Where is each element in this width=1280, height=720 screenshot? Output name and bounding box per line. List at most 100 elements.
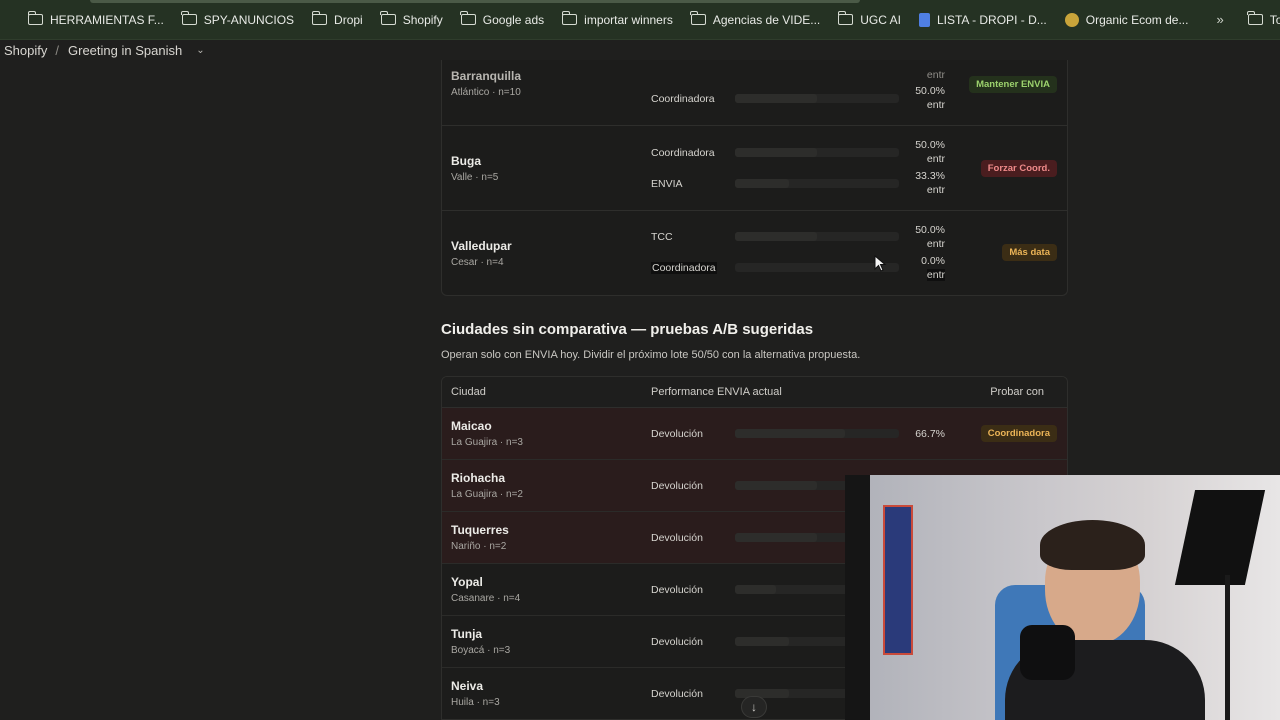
folder-icon [27,11,43,25]
folder-icon [311,11,328,25]
city-cell: Tuquerres Nariño · n=2 [451,523,509,552]
city-name: Neiva [451,679,484,693]
city-name: Yopal [451,575,483,589]
metric-bar [735,429,899,438]
bookmark-label: importar winners [584,12,673,27]
city-name: Maicao [451,419,492,433]
doc-icon [918,12,930,27]
metric-bar [735,232,899,241]
section-description: Operan solo con ENVIA hoy. Dividir el pr… [441,349,861,361]
city-subtitle: Boyacá · n=3 [451,645,511,656]
bookmark-dropi[interactable]: Dropi [311,11,363,27]
metric-unit: entr [926,153,945,165]
city-subtitle: Valle · n=5 [451,172,499,183]
section-title: Ciudades sin comparativa — pruebas A/B s… [441,321,814,338]
bookmark-label: Shopify [402,12,443,27]
bookmark-organic-ecom[interactable]: Organic Ecom de... [1064,12,1189,27]
bookmark-spy-anuncios[interactable]: SPY-ANUNCIOS [181,11,295,27]
bookmark-label: Todos los marc [1269,12,1280,27]
metric-label: Devolución [651,480,703,492]
chevron-down-icon[interactable]: ⌄ [196,45,204,56]
more-bookmarks-chevron-icon[interactable]: » [1216,12,1223,27]
column-header-city: Ciudad [451,386,486,398]
recommendation-badge: Forzar Coord. [980,160,1057,177]
city-subtitle: La Guajira · n=2 [451,489,523,500]
metric-value: 50.0% entr [915,138,945,166]
metric-pct: 50.0% [915,85,945,97]
bookmark-label: HERRAMIENTAS F... [50,12,164,27]
metric-pct: 33.3% [915,170,945,182]
main-content: Barranquilla Atlántico · n=10 entr Coord… [441,60,1068,296]
metric-label: Devolución [651,532,703,544]
webcam-person-hair [1040,520,1145,570]
city-cell: Riohacha La Guajira · n=2 [451,471,523,500]
metric-unit: entr [926,184,945,196]
webcam-flag [883,505,913,655]
city-cell: Valledupar Cesar · n=4 [451,239,512,268]
recommendation-badge: Mantener ENVIA [969,76,1057,93]
conversation-title[interactable]: Greeting in Spanish [68,43,182,58]
metric-unit: entr [926,99,945,111]
bookmark-google-ads[interactable]: Google ads [460,11,544,27]
webcam-light-stand [1225,575,1230,720]
metric-value: 50.0% entr [915,223,945,251]
table-row: Buga Valle · n=5 Coordinadora 50.0% entr … [442,126,1067,211]
metric-value: 50.0% entr [915,84,945,112]
city-subtitle: La Guajira · n=3 [451,437,523,448]
city-cell: Barranquilla Atlántico · n=10 [451,69,521,98]
bookmarks-bar: HERRAMIENTAS F... SPY-ANUNCIOS Dropi Sho… [0,0,1280,40]
metric-pct: 66.7% [915,428,945,440]
folder-icon [837,11,854,25]
city-cell: Maicao La Guajira · n=3 [451,419,523,448]
bookmark-agencias-video[interactable]: Agencias de VIDE... [690,11,821,27]
bookmark-label: SPY-ANUNCIOS [203,12,295,27]
carrier-label: Coordinadora [651,93,715,105]
bookmark-ugc-ai[interactable]: UGC AI [837,11,901,27]
bookmark-lista-dropi[interactable]: LISTA - DROPI - D... [918,12,1047,27]
metric-bar [735,179,899,188]
metric-value: 33.3% entr [915,169,945,197]
city-subtitle: Casanare · n=4 [451,593,521,604]
metric-value: 0.0% entr [921,254,945,282]
folder-icon [380,11,396,25]
recommendation-badge: Más data [1002,244,1057,261]
carrier-label: Coordinadora [651,147,715,159]
metric-unit: entr [926,69,945,81]
bookmark-label: Dropi [334,12,363,27]
city-name: Riohacha [451,471,506,485]
scroll-down-button[interactable]: ↓ [741,696,767,718]
bookmark-label: UGC AI [860,12,901,27]
folder-icon [1247,11,1263,25]
carrier-label: TCC [651,231,673,243]
carrier-label: ENVIA [651,178,683,190]
bookmark-shopify[interactable]: Shopify [380,11,443,27]
metric-bar [735,148,899,157]
bookmark-herramientas[interactable]: HERRAMIENTAS F... [27,11,164,27]
city-cell: Yopal Casanare · n=4 [451,575,520,604]
city-cell: Tunja Boyacá · n=3 [451,627,510,656]
metric-bar [735,94,899,103]
folder-icon [460,11,476,25]
mouse-cursor-icon [874,254,887,272]
logo-icon [1064,12,1079,27]
bookmark-all[interactable]: Todos los marc [1247,11,1280,27]
metric-label: Devolución [651,636,703,648]
breadcrumb-separator: / [55,42,59,58]
city-name: Valledupar [451,239,512,253]
webcam-overlay [845,475,1280,720]
carrier-label: Coordinadora [651,262,717,274]
table-header: Ciudad Performance ENVIA actual Probar c… [442,377,1067,408]
metric-pct: 0.0% [921,255,945,267]
column-header-performance: Performance ENVIA actual [651,386,782,398]
bookmark-label: Agencias de VIDE... [712,12,821,27]
breadcrumb-app[interactable]: Shopify [4,43,47,58]
bookmark-importar-winners[interactable]: importar winners [561,11,673,27]
bookmark-label: LISTA - DROPI - D... [936,12,1047,27]
city-subtitle: Nariño · n=2 [451,541,507,552]
comparison-table: Barranquilla Atlántico · n=10 entr Coord… [441,60,1068,296]
city-subtitle: Atlántico · n=10 [451,87,521,98]
bookmark-label: Organic Ecom de... [1085,12,1189,27]
metric-pct: 50.0% [915,139,945,151]
metric-label: Devolución [651,584,703,596]
city-name: Tunja [451,627,483,641]
